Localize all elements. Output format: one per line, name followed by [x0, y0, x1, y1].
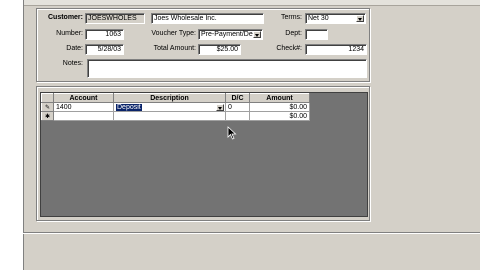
mouse-pointer-icon	[227, 126, 237, 140]
dept-label: Dept:	[285, 30, 302, 37]
customer-label: Customer:	[47, 14, 83, 21]
column-header-amount[interactable]: Amount	[249, 93, 310, 103]
total-amount-label: Total Amount:	[153, 45, 196, 52]
terms-label: Terms:	[281, 14, 302, 21]
amount-cell[interactable]: $0.00	[249, 102, 310, 112]
voucher-type-label: Voucher Type:	[151, 30, 196, 37]
table-row[interactable]: ✱ $0.00	[41, 111, 310, 121]
account-cell[interactable]	[53, 111, 114, 121]
account-cell[interactable]: 1400	[53, 102, 114, 112]
chevron-down-icon[interactable]	[253, 31, 261, 38]
number-label: Number:	[56, 30, 83, 37]
check-label: Check#:	[276, 45, 302, 52]
description-cell[interactable]: Deposit	[113, 102, 226, 112]
dialog-bottom-divider	[23, 232, 480, 233]
dc-cell[interactable]	[225, 111, 250, 121]
asterisk-icon[interactable]: ✱	[41, 111, 54, 121]
voucher-type-select[interactable]: Pre-Payment/Dep	[198, 29, 263, 40]
date-label: Date:	[66, 45, 83, 52]
table-row[interactable]: ✎ 1400 Deposit 0 $0.00	[41, 102, 310, 112]
column-header-account[interactable]: Account	[53, 93, 114, 103]
grid-header-row: Account Description D/C Amount	[41, 93, 310, 103]
dc-cell[interactable]: 0	[225, 102, 250, 112]
dialog-top-edge	[24, 0, 480, 6]
total-amount-field[interactable]: $25.00	[198, 44, 241, 55]
chevron-down-icon[interactable]	[356, 15, 364, 22]
customer-name-field[interactable]: Joes Wholesale Inc.	[151, 13, 264, 24]
terms-select[interactable]: Net 30	[305, 13, 366, 24]
terms-value: Net 30	[308, 15, 329, 22]
voucher-lines-grid[interactable]: Account Description D/C Amount ✎ 1400 De…	[40, 92, 368, 217]
chevron-down-icon[interactable]	[216, 104, 224, 111]
customer-id-field[interactable]: JOESWHOLES	[85, 13, 145, 24]
number-field[interactable]: 1063	[85, 29, 124, 40]
amount-cell[interactable]: $0.00	[249, 111, 310, 121]
column-header-dc[interactable]: D/C	[225, 93, 250, 103]
voucher-type-value: Pre-Payment/Dep	[201, 31, 257, 38]
column-header-description[interactable]: Description	[113, 93, 226, 103]
dept-field[interactable]	[305, 29, 328, 40]
date-field[interactable]: 5/28/03	[85, 44, 124, 55]
notes-label: Notes:	[62, 60, 83, 67]
voucher-lines-table: Account Description D/C Amount ✎ 1400 De…	[41, 93, 310, 121]
description-value: Deposit	[116, 103, 142, 111]
description-cell[interactable]	[113, 111, 226, 121]
pencil-icon[interactable]: ✎	[41, 102, 54, 112]
row-selector-header	[41, 93, 54, 103]
check-field[interactable]: 1234	[305, 44, 367, 55]
notes-field[interactable]	[87, 59, 367, 78]
